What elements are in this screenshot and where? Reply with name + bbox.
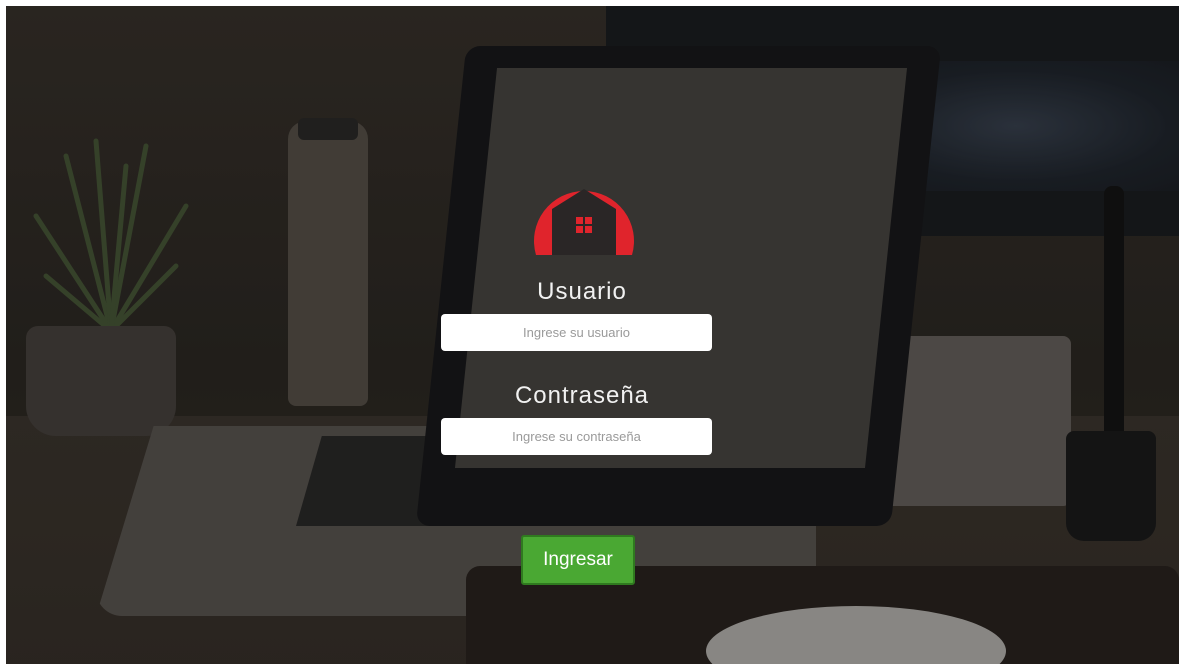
login-button[interactable]: Ingresar <box>521 535 635 585</box>
login-form: Usuario Contraseña Ingresar <box>6 6 1179 664</box>
password-label: Contraseña <box>514 382 650 409</box>
house-icon <box>534 189 634 255</box>
password-input[interactable] <box>441 418 712 455</box>
username-input[interactable] <box>441 314 712 351</box>
username-label: Usuario <box>537 278 627 305</box>
login-screen: Usuario Contraseña Ingresar <box>6 6 1179 664</box>
